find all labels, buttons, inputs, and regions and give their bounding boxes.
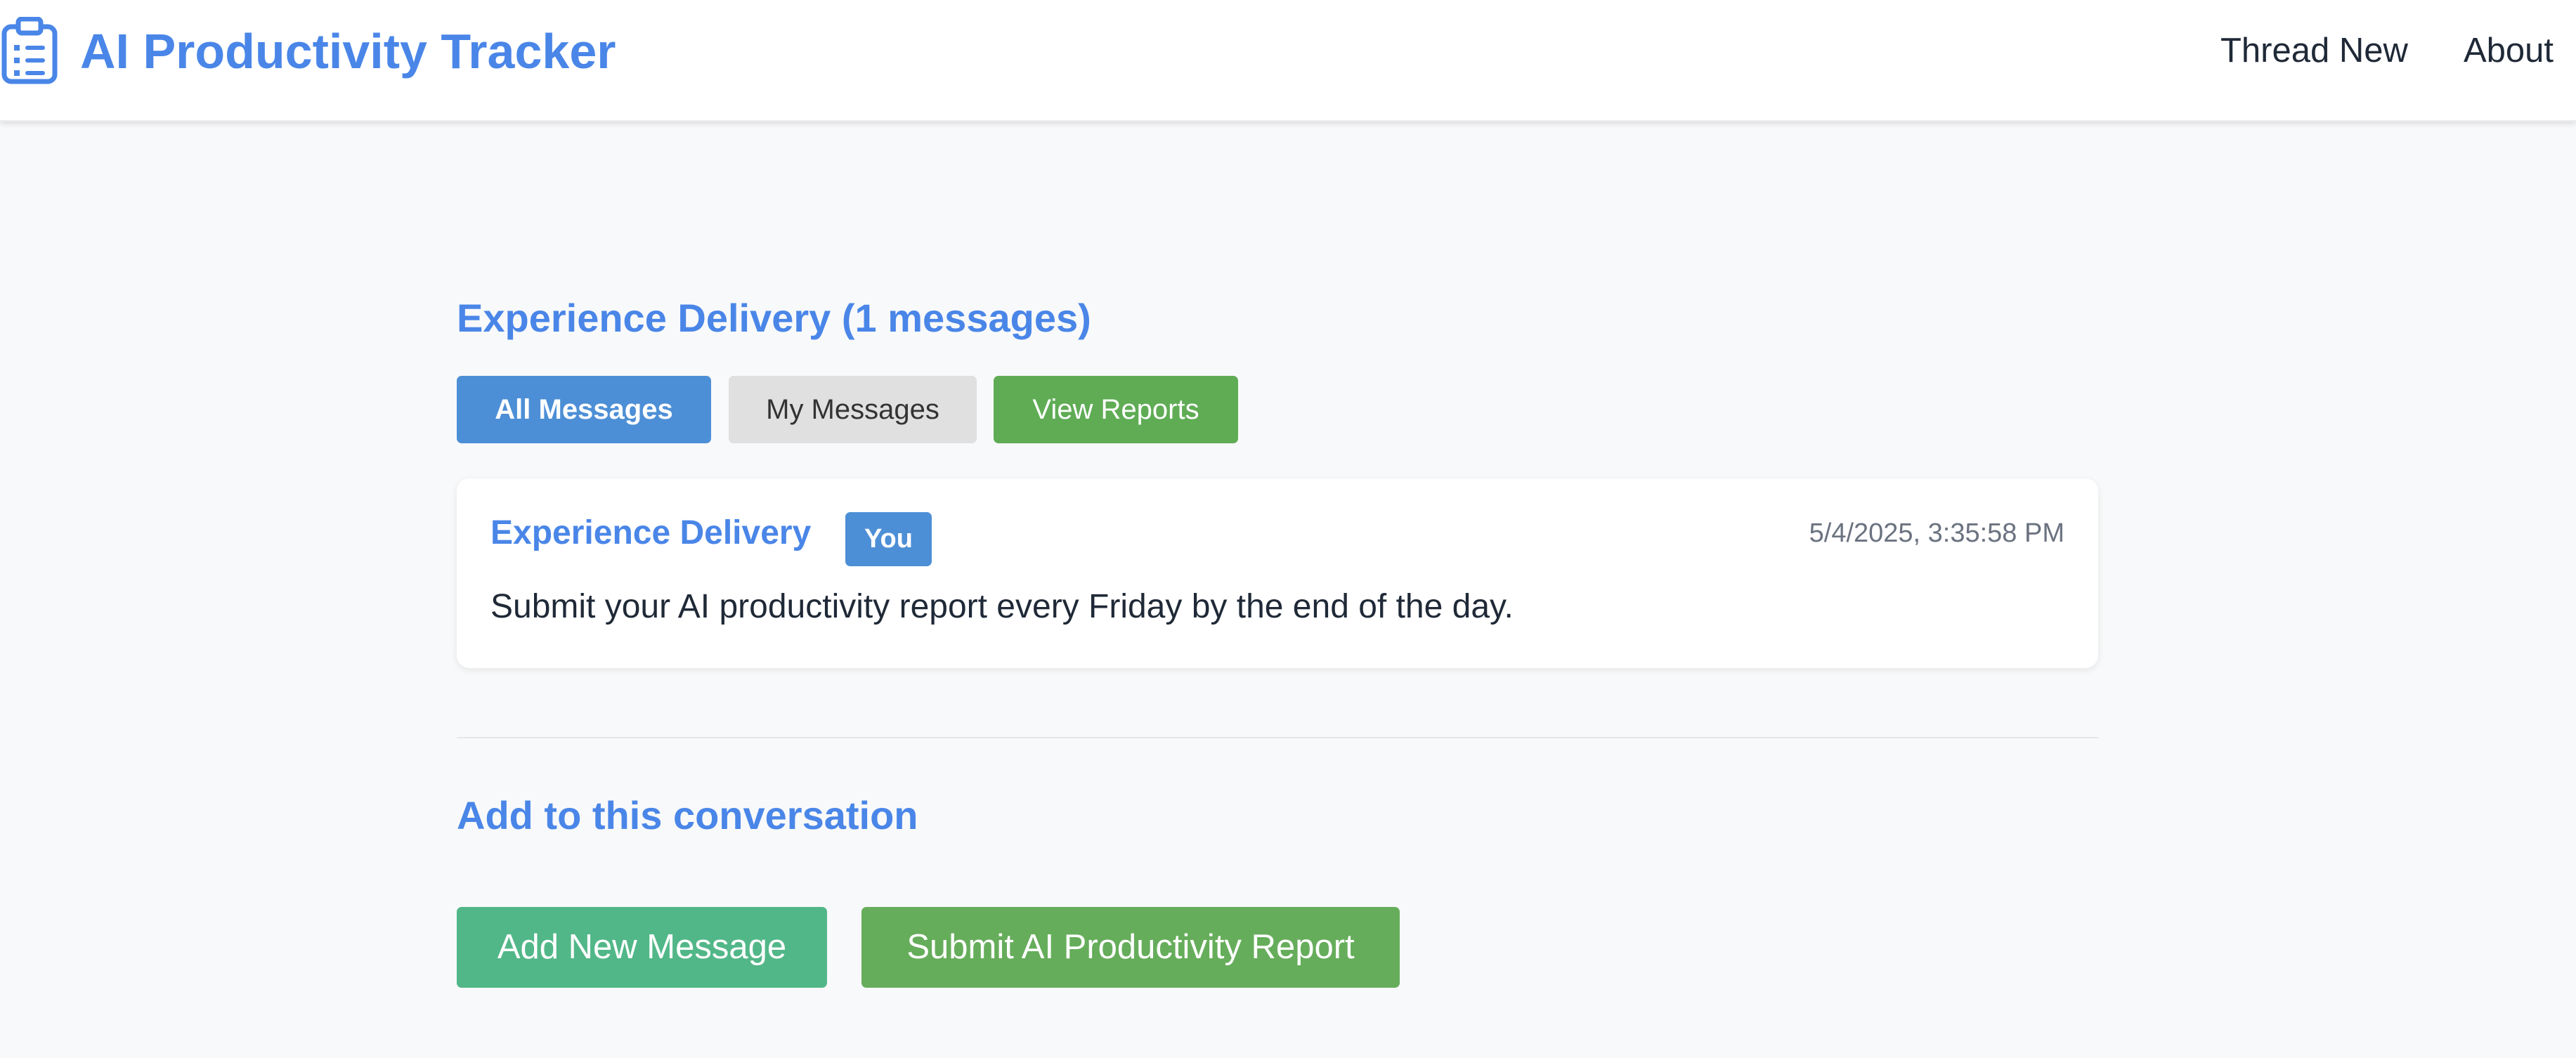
top-navbar: AI Productivity Tracker Thread New About [0, 0, 2576, 122]
message-author: Experience Delivery [490, 514, 812, 551]
you-badge: You [845, 512, 932, 566]
section-divider [457, 737, 2098, 738]
compose-heading: Add to this conversation [457, 793, 918, 837]
message-timestamp: 5/4/2025, 3:35:58 PM [1809, 518, 2064, 548]
thread-title: Experience Delivery (1 messages) [457, 296, 1091, 340]
message-text: Submit your AI productivity report every… [490, 588, 1514, 625]
app-title[interactable]: AI Productivity Tracker [80, 20, 616, 83]
clipboard-list-icon[interactable] [0, 17, 59, 84]
submit-report-button[interactable]: Submit AI Productivity Report [861, 907, 1400, 988]
my-messages-button[interactable]: My Messages [729, 376, 977, 443]
nav-about-link[interactable]: About [2464, 25, 2554, 76]
view-reports-button[interactable]: View Reports [994, 376, 1238, 443]
nav-thread-new-link[interactable]: Thread New [2220, 25, 2408, 76]
add-new-message-button[interactable]: Add New Message [457, 907, 827, 988]
message-card: Experience Delivery You 5/4/2025, 3:35:5… [457, 478, 2098, 668]
all-messages-button[interactable]: All Messages [457, 376, 711, 443]
